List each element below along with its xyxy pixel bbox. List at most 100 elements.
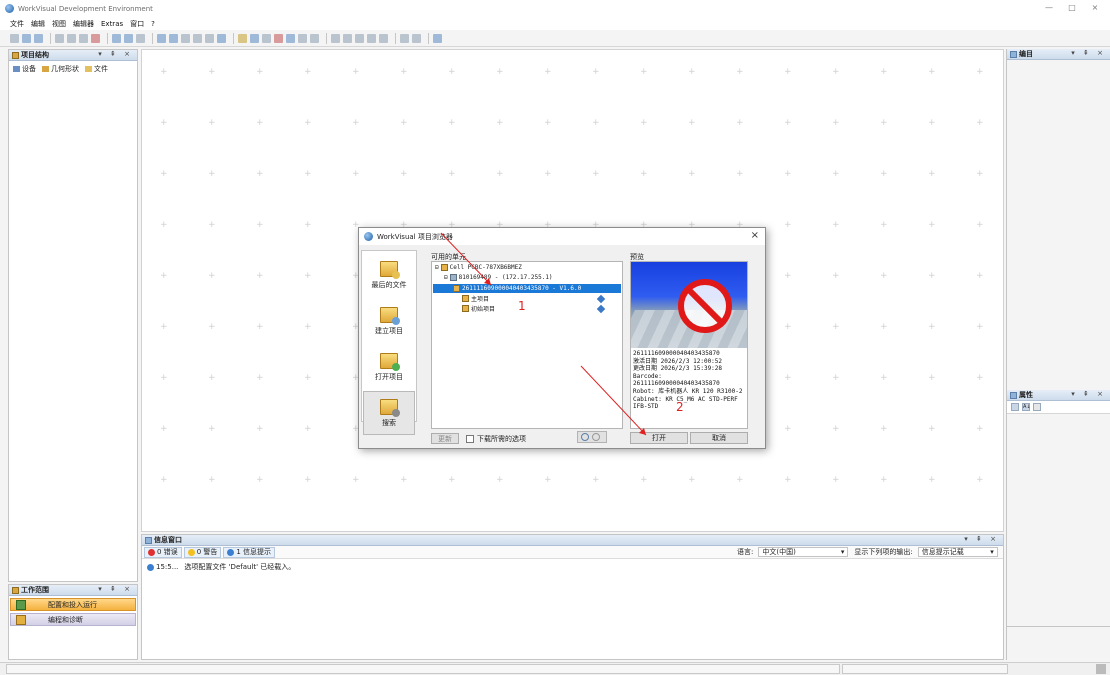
pin-icon[interactable] [596, 304, 606, 314]
grid-cross: + [544, 169, 552, 179]
robot-icon[interactable] [250, 33, 259, 43]
zoom-fit-icon[interactable] [205, 33, 214, 43]
grid-cross: + [304, 220, 312, 230]
files-icon [85, 66, 92, 72]
panel-controls[interactable]: ▾ ⇞ × [1071, 49, 1106, 57]
recent-files-button[interactable]: 最后的文件 [363, 253, 415, 297]
comment-icon[interactable] [412, 33, 421, 43]
create-project-icon [380, 306, 400, 325]
message-row[interactable]: 15:5... 选项配置文件 'Default' 已经载入。 [142, 559, 1003, 575]
view-icon[interactable] [217, 33, 226, 43]
collapse-icon[interactable]: ⊟ [444, 274, 448, 281]
tree-node-initial-project[interactable]: 初始项目 [462, 304, 495, 313]
language-select[interactable]: 中文(中国) ▾ [758, 547, 849, 557]
search-icon[interactable] [581, 433, 589, 441]
menu-window[interactable]: 窗口 [130, 19, 144, 29]
menu-file[interactable]: 文件 [10, 19, 24, 29]
download-options-checkbox[interactable] [466, 434, 474, 443]
close-button[interactable]: × [1086, 2, 1104, 14]
paste-icon[interactable] [79, 33, 88, 43]
catalog-icon [1010, 50, 1017, 58]
copy-icon[interactable] [67, 33, 76, 43]
align-right-icon[interactable] [355, 33, 364, 43]
grid-cross: + [784, 322, 792, 332]
cancel-button[interactable]: 取消 [690, 432, 748, 444]
bookmark-icon[interactable] [400, 33, 409, 43]
menu-editor[interactable]: 编辑器 [73, 19, 94, 29]
tab-geometry[interactable]: 几何形状 [42, 64, 79, 74]
play-icon[interactable] [157, 33, 166, 43]
panel-controls[interactable]: ▾ ⇞ × [98, 585, 133, 593]
warnings-filter-button[interactable]: 0 警告 [183, 546, 222, 558]
workspace-item-programming[interactable]: 编程和诊断 [10, 613, 136, 626]
folder-icon[interactable] [238, 33, 247, 43]
tree-node-project-selected[interactable]: 261111609000040403435870 - V1.6.0 [433, 284, 621, 293]
panel-controls[interactable]: ▾ ⇞ × [98, 50, 133, 58]
menu-help[interactable]: ? [151, 20, 155, 28]
stop-icon[interactable] [274, 33, 283, 43]
grid-icon[interactable] [310, 33, 319, 43]
grid-cross: + [976, 67, 984, 77]
update-button[interactable]: 更新 [431, 433, 459, 444]
cut-icon[interactable] [55, 33, 64, 43]
undo-icon[interactable] [112, 33, 121, 43]
delete-icon[interactable] [91, 33, 100, 43]
output-select[interactable]: 信息提示记载 ▾ [917, 547, 998, 557]
grid-cross: + [544, 475, 552, 485]
panel-controls[interactable]: ▾ ⇞ × [964, 535, 999, 543]
menu-edit[interactable]: 编辑 [31, 19, 45, 29]
redo-icon[interactable] [124, 33, 133, 43]
tab-files[interactable]: 文件 [85, 64, 108, 74]
settings-icon[interactable] [262, 33, 271, 43]
output-label: 显示下列项的输出: [854, 548, 913, 556]
search-icon [380, 398, 400, 417]
compile-icon[interactable] [136, 33, 145, 43]
create-project-button[interactable]: 建立项目 [363, 299, 415, 343]
pin-icon[interactable] [592, 433, 600, 441]
info-filter-label: 1 信息提示 [236, 548, 272, 556]
open-button[interactable]: 打开 [630, 432, 688, 444]
tree-node-cell[interactable]: ⊟ Cell PCBC-787XB6BMEZ [435, 264, 522, 271]
new-file-icon[interactable] [10, 33, 19, 43]
grid-cross: + [640, 67, 648, 77]
properties-title: 属性 [1019, 391, 1033, 399]
tree-node-controller[interactable]: ⊟ 810169489 - (172.17.255.1) [444, 274, 553, 281]
align-left-icon[interactable] [331, 33, 340, 43]
pen-icon[interactable] [298, 33, 307, 43]
properties-panel: 属性 ▾ ⇞ × A↓ [1006, 390, 1110, 626]
workspace-item-config[interactable]: 配置和投入运行 [10, 598, 136, 611]
dialog-close-button[interactable]: × [751, 231, 759, 241]
sort-alpha-icon[interactable]: A↓ [1022, 403, 1031, 411]
open-project-button[interactable]: 打开项目 [363, 345, 415, 389]
tree-node-main-project[interactable]: 主项目 [462, 294, 489, 303]
search-button[interactable]: 搜索 [363, 391, 415, 435]
grid-cross: + [784, 424, 792, 434]
info-filter-button[interactable]: 1 信息提示 [223, 546, 276, 558]
errors-filter-button[interactable]: 0 错误 [144, 546, 182, 558]
categorized-icon[interactable] [1011, 403, 1019, 411]
open-file-icon[interactable] [22, 33, 31, 43]
minimize-button[interactable]: — [1040, 2, 1058, 14]
collapse-icon[interactable]: ⊟ [435, 264, 439, 271]
pin-icon[interactable] [596, 294, 606, 304]
help-icon[interactable] [433, 33, 442, 43]
panel-controls[interactable]: ▾ ⇞ × [1071, 390, 1106, 398]
zoom-in-icon[interactable] [181, 33, 190, 43]
tab-devices[interactable]: 设备 [13, 64, 36, 74]
pause-icon[interactable] [169, 33, 178, 43]
error-icon [148, 548, 155, 556]
menu-view[interactable]: 视图 [52, 19, 66, 29]
grid-cross: + [688, 118, 696, 128]
side-button-label: 建立项目 [375, 326, 403, 335]
zoom-out-icon[interactable] [193, 33, 202, 43]
resize-grip-icon[interactable] [1096, 664, 1106, 674]
align-center-icon[interactable] [343, 33, 352, 43]
grid-cross: + [352, 475, 360, 485]
maximize-button[interactable]: □ [1063, 2, 1081, 14]
property-pages-icon[interactable] [1033, 403, 1041, 411]
menu-extras[interactable]: Extras [101, 20, 123, 28]
outdent-icon[interactable] [379, 33, 388, 43]
indent-icon[interactable] [367, 33, 376, 43]
chart-icon[interactable] [286, 33, 295, 43]
save-icon[interactable] [34, 33, 43, 43]
